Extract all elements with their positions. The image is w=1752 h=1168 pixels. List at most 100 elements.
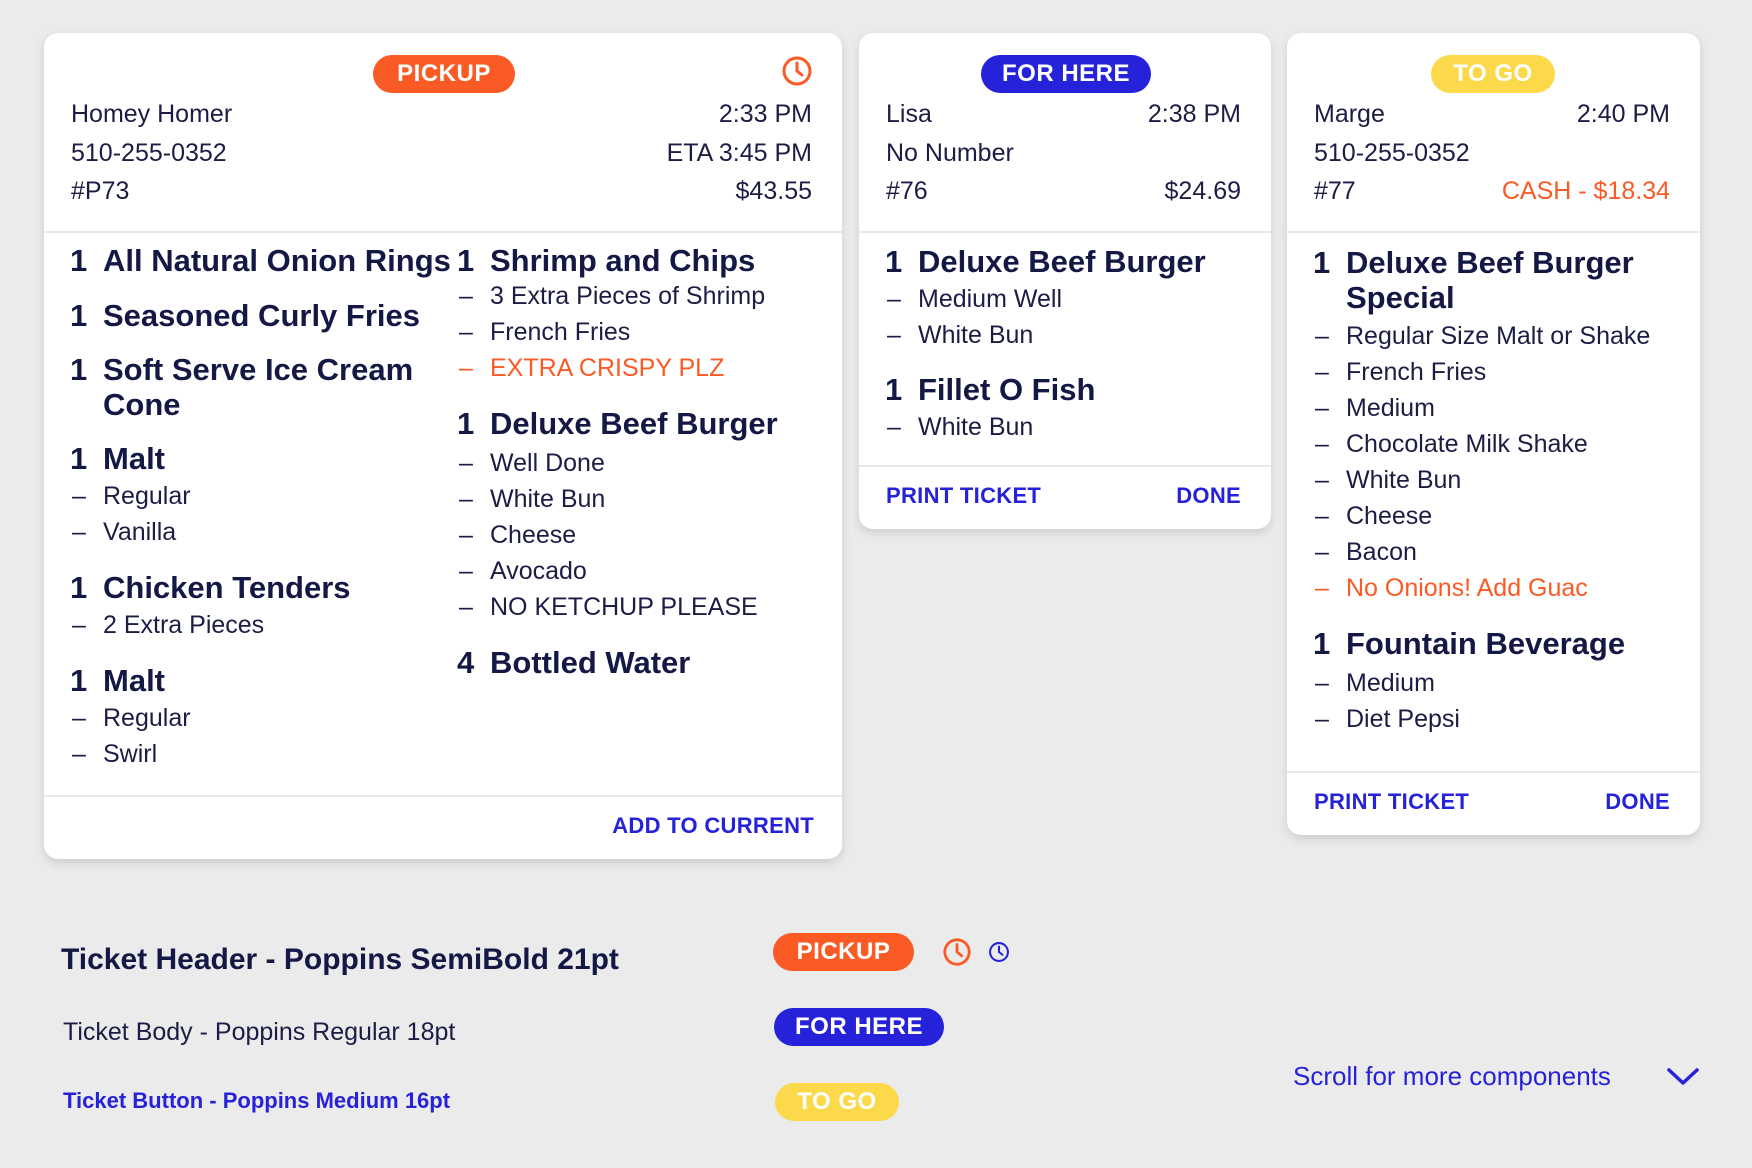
customer-name: Homey Homer — [71, 100, 233, 128]
ticket-footer: PRINT TICKET DONE — [859, 465, 1271, 529]
line-item: 1 Seasoned Curly Fries — [70, 298, 421, 333]
order-type-badge: PICKUP — [373, 55, 515, 93]
print-ticket-button[interactable]: PRINT TICKET — [886, 483, 1041, 509]
item-name: Deluxe Beef Burger — [918, 244, 1206, 279]
done-button[interactable]: DONE — [1605, 789, 1670, 815]
item-modifier: – Medium — [1315, 669, 1435, 697]
item-name: Deluxe Beef Burger — [490, 406, 778, 441]
legend-badge-for-here: FOR HERE — [774, 1008, 944, 1046]
order-time: 2:40 PM — [1576, 100, 1670, 128]
item-name: Fillet O Fish — [918, 372, 1096, 407]
item-modifier: – Medium — [1315, 394, 1435, 422]
ticket-header: FOR HERE Lisa 2:38 PM No Number #76 $24.… — [859, 33, 1271, 233]
item-name: Bottled Water — [490, 645, 691, 680]
item-modifier: – Regular Size Malt or Shake — [1315, 322, 1651, 350]
order-type-badge: TO GO — [1431, 55, 1555, 93]
legend-badge-pickup: PICKUP — [773, 933, 914, 971]
order-total: $43.55 — [735, 177, 812, 205]
done-button[interactable]: DONE — [1176, 483, 1241, 509]
line-item: 1 Deluxe Beef Burger — [885, 244, 1206, 279]
add-to-current-button[interactable]: ADD TO CURRENT — [612, 813, 814, 839]
ticket-items-col2: 1 Shrimp and Chips –3 Extra Pieces of Shr… — [457, 243, 827, 680]
item-name: Malt — [103, 441, 165, 476]
item-modifier: – White Bun — [887, 413, 1034, 441]
item-name: Soft Serve Ice Cream Cone — [103, 352, 414, 422]
order-total: CASH - $18.34 — [1501, 177, 1670, 205]
ticket-card-for-here: FOR HERE Lisa 2:38 PM No Number #76 $24.… — [859, 33, 1271, 529]
ticket-items: 1 Deluxe Beef Burger – Medium Well – White … — [885, 244, 1255, 445]
order-number: #77 — [1314, 177, 1356, 205]
item-modifier: – Diet Pepsi — [1315, 705, 1460, 733]
item-name: Shrimp and Chips — [490, 243, 756, 278]
order-time: 2:38 PM — [1147, 100, 1241, 128]
clock-icon-small — [989, 942, 1009, 962]
legend-header-style: Ticket Header - Poppins SemiBold 21pt — [61, 943, 619, 976]
customer-name: Lisa — [886, 100, 932, 128]
item-name: Chicken Tenders — [103, 570, 351, 605]
item-modifier: – French Fries — [1315, 358, 1487, 386]
item-note: – No Onions! Add Guac — [1315, 574, 1588, 602]
customer-name: Marge — [1314, 100, 1385, 128]
item-modifier: – Cheese — [1315, 502, 1433, 530]
legend-button-style: Ticket Button - Poppins Medium 16pt — [63, 1088, 451, 1113]
order-time: 2:33 PM — [718, 100, 812, 128]
order-number: #P73 — [71, 177, 130, 205]
item-name: Seasoned Curly Fries — [103, 298, 421, 333]
line-item: 1 Malt — [70, 663, 165, 698]
order-number: #76 — [886, 177, 928, 205]
item-modifier: – French Fries — [459, 318, 631, 346]
chevron-down-icon[interactable] — [1666, 1066, 1700, 1088]
item-modifier: – Regular — [72, 482, 191, 510]
item-modifier: – Cheese — [459, 521, 577, 549]
item-modifier: –3 Extra Pieces of Shrimp — [459, 282, 766, 310]
item-modifier: – Well Done — [459, 449, 605, 477]
clock-icon — [943, 938, 971, 966]
item-modifier: – White Bun — [1315, 466, 1462, 494]
ticket-footer: ADD TO CURRENT — [44, 795, 842, 859]
item-modifier: –2 Extra Pieces — [72, 611, 265, 639]
line-item: 1 All Natural Onion Rings — [70, 243, 451, 278]
line-item: 1 Chicken Tenders — [70, 570, 351, 605]
line-item: 1 Malt — [70, 441, 165, 476]
item-modifier: – Avocado — [459, 557, 587, 585]
ticket-card-pickup: PICKUP Homey Homer 2:33 PM 510-255-0352 … — [44, 33, 842, 859]
ticket-header: PICKUP Homey Homer 2:33 PM 510-255-0352 … — [44, 33, 842, 233]
customer-phone: No Number — [886, 139, 1014, 167]
item-modifier: – White Bun — [887, 321, 1034, 349]
customer-phone: 510-255-0352 — [1314, 139, 1470, 167]
line-item: 1 Fountain Beverage — [1313, 626, 1626, 661]
customer-phone: 510-255-0352 — [71, 139, 227, 167]
scroll-hint[interactable]: Scroll for more components — [1293, 1061, 1611, 1092]
line-item: 4 Bottled Water — [457, 645, 691, 680]
ticket-footer: PRINT TICKET DONE — [1287, 771, 1700, 835]
line-item: 1 Shrimp and Chips — [457, 243, 756, 278]
order-type-badge: FOR HERE — [981, 55, 1151, 93]
clock-icon[interactable] — [781, 55, 813, 87]
line-item: 1 Deluxe Beef Burger Special — [1313, 245, 1634, 315]
item-name: Malt — [103, 663, 165, 698]
order-eta: ETA 3:45 PM — [666, 139, 812, 167]
item-modifier: – Medium Well — [887, 285, 1063, 313]
ticket-items-col1: 1 All Natural Onion Rings 1 Seasoned Curly… — [70, 243, 460, 772]
item-note: – EXTRA CRISPY PLZ — [459, 354, 725, 382]
item-name: Deluxe Beef Burger Special — [1346, 245, 1634, 315]
item-modifier: – NO KETCHUP PLEASE — [459, 593, 758, 621]
item-name: All Natural Onion Rings — [103, 243, 451, 278]
item-modifier: – Vanilla — [72, 518, 177, 546]
line-item: 1 Fillet O Fish — [885, 372, 1096, 407]
item-modifier: – White Bun — [459, 485, 606, 513]
item-modifier: – Regular — [72, 704, 191, 732]
item-modifier: – Bacon — [1315, 538, 1417, 566]
legend-badge-to-go: TO GO — [775, 1083, 899, 1121]
ticket-header: TO GO Marge 2:40 PM 510-255-0352 #77 CAS… — [1287, 33, 1700, 233]
legend-body-style: Ticket Body - Poppins Regular 18pt — [63, 1018, 456, 1046]
print-ticket-button[interactable]: PRINT TICKET — [1314, 789, 1469, 815]
order-total: $24.69 — [1164, 177, 1241, 205]
item-name: Fountain Beverage — [1346, 626, 1626, 661]
item-modifier: – Swirl — [72, 740, 158, 768]
line-item: 1 Deluxe Beef Burger — [457, 406, 778, 441]
ticket-items: 1 Deluxe Beef Burger Special – Regular Siz… — [1313, 245, 1683, 737]
line-item: 1 Soft Serve Ice Cream Cone — [70, 352, 414, 422]
item-modifier: – Chocolate Milk Shake — [1315, 430, 1588, 458]
ticket-card-to-go: TO GO Marge 2:40 PM 510-255-0352 #77 CAS… — [1287, 33, 1700, 835]
